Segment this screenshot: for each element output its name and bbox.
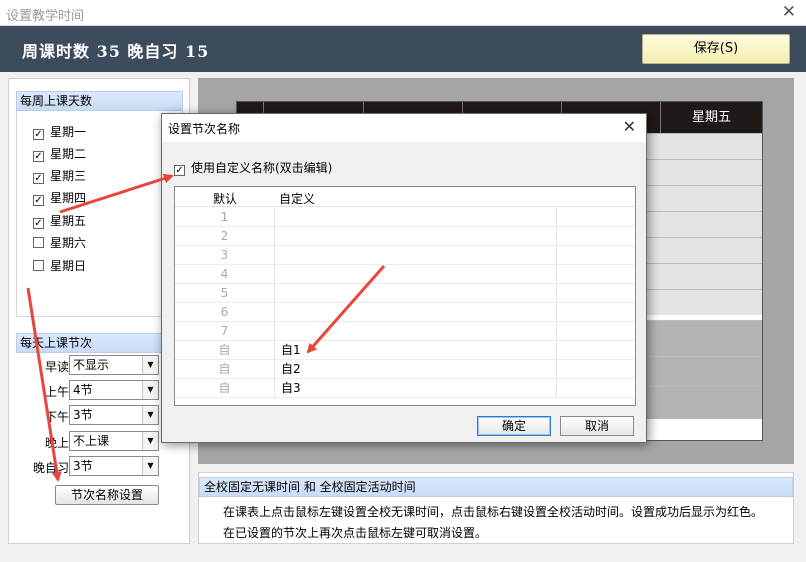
notice-title: 全校固定无课时间 和 全校固定活动时间 [199, 477, 793, 497]
period-select[interactable]: 3节 ▼ [69, 456, 159, 476]
period-label: 晚自习 [32, 461, 69, 475]
dropdown-arrow-icon[interactable]: ▼ [142, 381, 158, 399]
list-row[interactable]: 自自2 [175, 360, 635, 379]
period-names-button[interactable]: 节次名称设置 [55, 485, 159, 505]
dropdown-arrow-icon[interactable]: ▼ [142, 356, 158, 374]
grid-header-friday: 星期五 [660, 102, 762, 133]
period-label: 早读 [44, 360, 69, 374]
day-checkbox-sun[interactable]: 星期日 [33, 257, 86, 275]
dropdown-arrow-icon[interactable]: ▼ [142, 457, 158, 475]
checkbox-icon[interactable]: ✓ [33, 151, 44, 162]
window-close-icon[interactable]: ✕ [782, 2, 796, 22]
period-label: 晚上 [44, 436, 69, 450]
window-titlebar: 设置教学时间 ✕ [0, 0, 806, 26]
ok-button[interactable]: 确定 [477, 416, 551, 436]
checkbox-icon[interactable] [33, 260, 44, 271]
custom-names-checkbox[interactable]: ✓ 使用自定义名称(双击编辑) [174, 159, 332, 176]
column-default-header: 默认 [213, 192, 238, 206]
period-select[interactable]: 4节 ▼ [69, 380, 159, 400]
day-checkbox-fri[interactable]: ✓ 星期五 [33, 212, 86, 230]
dialog-title: 设置节次名称 [168, 122, 241, 136]
period-select[interactable]: 不上课 ▼ [69, 431, 159, 451]
weekly-hours-summary: 周课时数 35 晚自习 15 [22, 42, 210, 61]
cancel-button[interactable]: 取消 [560, 416, 634, 436]
period-label: 下午 [44, 410, 69, 424]
list-row[interactable]: 6 [175, 303, 635, 322]
period-row-morning-reading: 早读 不显示 ▼ [9, 355, 169, 375]
day-checkbox-mon[interactable]: ✓ 星期一 [33, 123, 86, 141]
list-row[interactable]: 1 [175, 208, 635, 227]
period-row-evening-study: 晚自习 3节 ▼ [9, 456, 169, 476]
day-checkbox-wed[interactable]: ✓ 星期三 [33, 167, 86, 185]
list-row[interactable]: 5 [175, 284, 635, 303]
checkbox-icon[interactable]: ✓ [33, 218, 44, 229]
list-row[interactable]: 3 [175, 246, 635, 265]
list-row[interactable]: 7 [175, 322, 635, 341]
checkbox-icon[interactable]: ✓ [33, 195, 44, 206]
day-checkbox-sat[interactable]: 星期六 [33, 234, 86, 252]
period-names-list[interactable]: 默认 自定义 1 2 3 4 5 6 7 自自1 自自2 自自3 [174, 186, 636, 406]
dropdown-arrow-icon[interactable]: ▼ [142, 432, 158, 450]
dialog-close-icon[interactable]: ✕ [623, 117, 636, 136]
period-row-afternoon: 下午 3节 ▼ [9, 405, 169, 425]
header-bar: 周课时数 35 晚自习 15 保存(S) [0, 26, 806, 72]
day-checkbox-thu[interactable]: ✓ 星期四 [33, 189, 86, 207]
checkbox-icon[interactable]: ✓ [174, 165, 185, 176]
column-custom-header: 自定义 [279, 192, 316, 206]
list-row[interactable]: 2 [175, 227, 635, 246]
dialog-titlebar: 设置节次名称 ✕ [162, 114, 646, 142]
list-row[interactable]: 自自3 [175, 379, 635, 398]
period-select[interactable]: 3节 ▼ [69, 405, 159, 425]
period-row-morning: 上午 4节 ▼ [9, 380, 169, 400]
checkbox-icon[interactable]: ✓ [33, 129, 44, 140]
period-label: 上午 [44, 385, 69, 399]
checkbox-icon[interactable] [33, 237, 44, 248]
notice-text-1: 在课表上点击鼠标左键设置全校无课时间，点击鼠标右键设置全校活动时间。设置成功后显… [223, 505, 764, 519]
dropdown-arrow-icon[interactable]: ▼ [142, 406, 158, 424]
period-select[interactable]: 不显示 ▼ [69, 355, 159, 375]
notice-panel: 全校固定无课时间 和 全校固定活动时间 在课表上点击鼠标左键设置全校无课时间，点… [198, 472, 794, 544]
list-row[interactable]: 自自1 [175, 341, 635, 360]
period-row-evening: 晚上 不上课 ▼ [9, 431, 169, 451]
list-header: 默认 自定义 [175, 187, 635, 207]
save-button[interactable]: 保存(S) [642, 34, 790, 64]
list-row[interactable]: 4 [175, 265, 635, 284]
periods-per-day-title: 每天上课节次 [16, 333, 183, 353]
checkbox-icon[interactable]: ✓ [33, 173, 44, 184]
period-names-dialog: 设置节次名称 ✕ ✓ 使用自定义名称(双击编辑) 默认 自定义 1 2 3 4 5… [161, 113, 647, 443]
window-title: 设置教学时间 [6, 9, 85, 24]
day-checkbox-tue[interactable]: ✓ 星期二 [33, 145, 86, 163]
notice-text-2: 在已设置的节次上再次点击鼠标左键可取消设置。 [223, 526, 488, 540]
days-per-week-title: 每周上课天数 [16, 91, 183, 111]
